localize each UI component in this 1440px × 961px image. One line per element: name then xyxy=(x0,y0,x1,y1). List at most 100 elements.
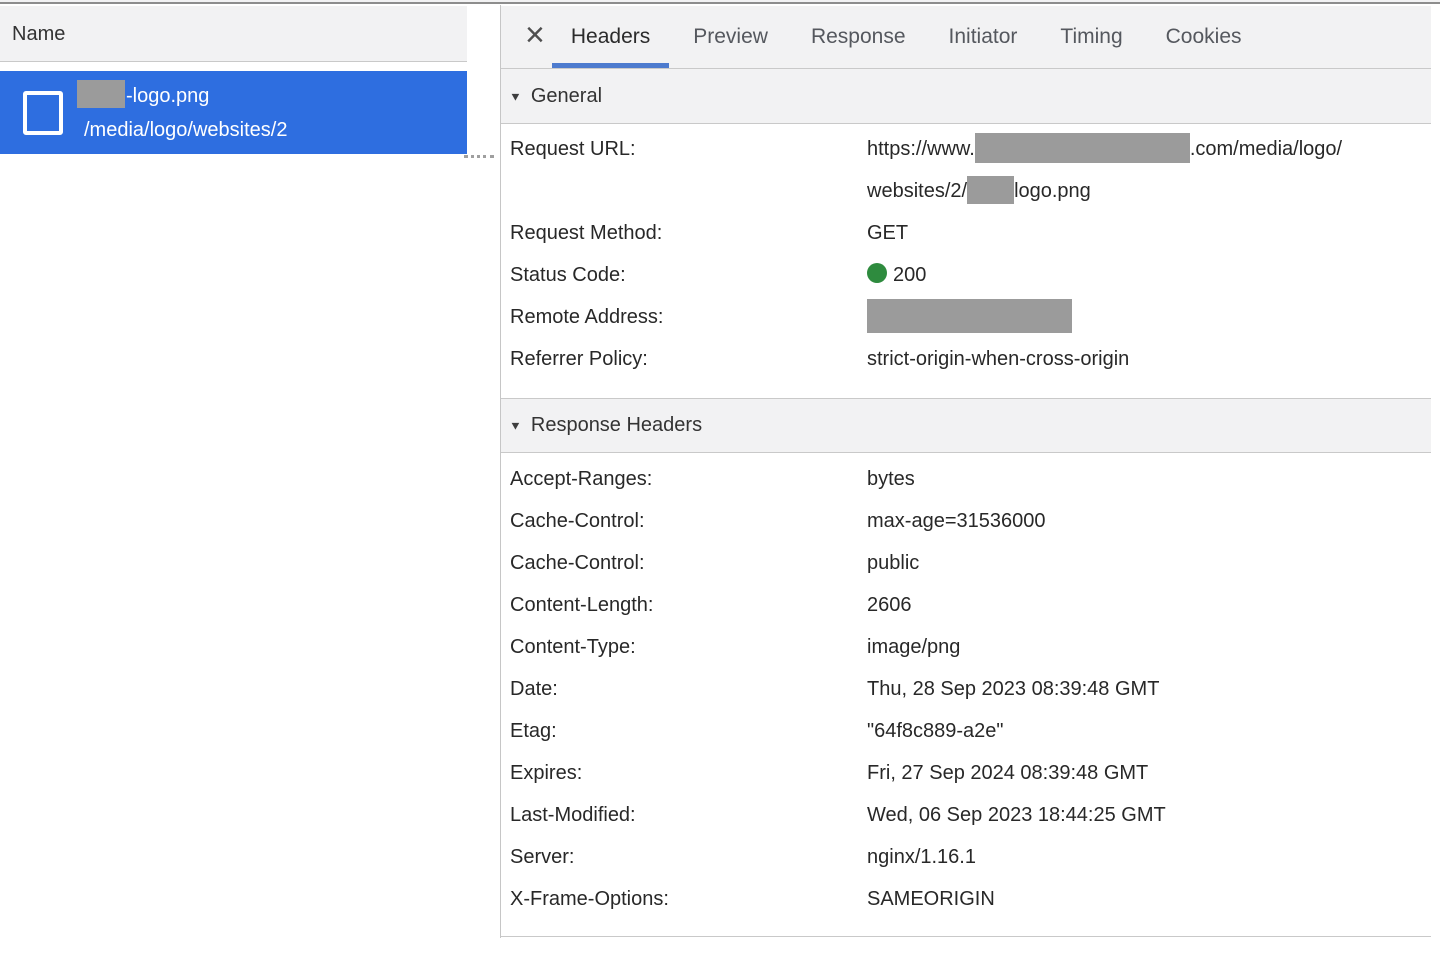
header-row: Last-Modified:Wed, 06 Sep 2023 18:44:25 … xyxy=(501,794,1431,836)
header-row: Accept-Ranges:bytes xyxy=(501,458,1431,500)
tab-initiator[interactable]: Initiator xyxy=(949,6,1018,68)
value-text: 2606 xyxy=(867,594,912,616)
close-icon[interactable]: × xyxy=(525,18,545,52)
value-text: websites/2/ xyxy=(867,180,967,202)
value-text: public xyxy=(867,552,919,574)
header-row: Content-Length:2606 xyxy=(501,584,1431,626)
header-row: Request Method:GET xyxy=(501,212,1431,254)
tab-headers[interactable]: Headers xyxy=(571,6,650,68)
header-row: Server:nginx/1.16.1 xyxy=(501,836,1431,878)
value-text: Wed, 06 Sep 2023 18:44:25 GMT xyxy=(867,804,1166,826)
tab-timing[interactable]: Timing xyxy=(1060,6,1122,68)
tab-preview[interactable]: Preview xyxy=(693,6,768,68)
row-resize-dots[interactable] xyxy=(464,155,494,158)
header-value: public xyxy=(867,542,1431,584)
section-header-general[interactable]: ▼ General xyxy=(501,69,1431,124)
redacted-text xyxy=(967,176,1014,204)
header-value xyxy=(867,296,1431,338)
header-name: Last-Modified: xyxy=(510,794,867,836)
request-list-panel: Name -logo.png /media/logo/websites/2 xyxy=(0,6,467,938)
header-name: Content-Type: xyxy=(510,626,867,668)
header-name: Remote Address: xyxy=(510,296,867,338)
header-value: Thu, 28 Sep 2023 08:39:48 GMT xyxy=(867,668,1431,710)
status-ok-dot-icon xyxy=(867,263,887,283)
value-text: Thu, 28 Sep 2023 08:39:48 GMT xyxy=(867,678,1159,700)
request-details-panel: × Headers Preview Response Initiator Timing C… xyxy=(501,6,1440,937)
request-name: -logo.png xyxy=(126,79,209,113)
value-text: nginx/1.16.1 xyxy=(867,846,976,868)
value-text: logo.png xyxy=(1014,180,1091,202)
header-row: Expires:Fri, 27 Sep 2024 08:39:48 GMT xyxy=(501,752,1431,794)
value-text: https://www. xyxy=(867,138,975,160)
redacted-text xyxy=(867,299,1072,333)
value-text: bytes xyxy=(867,468,915,490)
header-value: SAMEORIGIN xyxy=(867,878,1431,920)
header-name: Status Code: xyxy=(510,254,867,296)
header-row: Etag:"64f8c889-a2e" xyxy=(501,710,1431,752)
column-header-name[interactable]: Name xyxy=(0,6,467,62)
header-name: X-Frame-Options: xyxy=(510,878,867,920)
header-row: Remote Address: xyxy=(501,296,1431,338)
header-value: Fri, 27 Sep 2024 08:39:48 GMT xyxy=(867,752,1431,794)
value-text: SAMEORIGIN xyxy=(867,888,995,910)
header-row: Cache-Control:max-age=31536000 xyxy=(501,500,1431,542)
request-path: /media/logo/websites/2 xyxy=(77,113,287,147)
header-value: image/png xyxy=(867,626,1431,668)
image-thumbnail-icon xyxy=(23,91,63,135)
section-body-response-headers: Accept-Ranges:bytesCache-Control:max-age… xyxy=(501,453,1431,937)
header-value: 200 xyxy=(867,254,1431,296)
redacted-text xyxy=(975,133,1190,163)
header-value: Wed, 06 Sep 2023 18:44:25 GMT xyxy=(867,794,1431,836)
details-tab-bar: × Headers Preview Response Initiator Timing C… xyxy=(501,6,1431,69)
header-row: Referrer Policy:strict-origin-when-cross… xyxy=(501,338,1431,380)
tab-response[interactable]: Response xyxy=(811,6,906,68)
value-text: image/png xyxy=(867,636,960,658)
request-text: -logo.png /media/logo/websites/2 xyxy=(77,79,287,147)
header-value: https://www. .com/media/logo/websites/2/l… xyxy=(867,128,1431,212)
header-row: Status Code: 200 xyxy=(501,254,1431,296)
header-name: Referrer Policy: xyxy=(510,338,867,380)
header-row: Date:Thu, 28 Sep 2023 08:39:48 GMT xyxy=(501,668,1431,710)
header-value: "64f8c889-a2e" xyxy=(867,710,1431,752)
header-value: strict-origin-when-cross-origin xyxy=(867,338,1431,380)
request-name-line: -logo.png xyxy=(77,79,287,113)
header-value: GET xyxy=(867,212,1431,254)
value-text: GET xyxy=(867,222,908,244)
header-value: bytes xyxy=(867,458,1431,500)
request-row-selected[interactable]: -logo.png /media/logo/websites/2 xyxy=(0,71,467,154)
devtools-top-edge xyxy=(0,0,1440,4)
header-value: nginx/1.16.1 xyxy=(867,836,1431,878)
section-title: General xyxy=(531,85,602,108)
value-text: "64f8c889-a2e" xyxy=(867,720,1004,742)
header-name: Accept-Ranges: xyxy=(510,458,867,500)
header-row: X-Frame-Options:SAMEORIGIN xyxy=(501,878,1431,920)
header-name: Etag: xyxy=(510,710,867,752)
header-name: Request Method: xyxy=(510,212,867,254)
value-text: max-age=31536000 xyxy=(867,510,1045,532)
section-header-response-headers[interactable]: ▼ Response Headers xyxy=(501,398,1431,453)
header-value: 2606 xyxy=(867,584,1431,626)
tab-cookies[interactable]: Cookies xyxy=(1166,6,1242,68)
collapse-triangle-icon: ▼ xyxy=(509,419,522,433)
header-name: Expires: xyxy=(510,752,867,794)
collapse-triangle-icon: ▼ xyxy=(509,89,522,103)
header-name: Date: xyxy=(510,668,867,710)
header-name: Cache-Control: xyxy=(510,500,867,542)
header-row: Content-Type:image/png xyxy=(501,626,1431,668)
section-body-general: Request URL:https://www. .com/media/logo/… xyxy=(501,124,1431,398)
header-name: Server: xyxy=(510,836,867,878)
value-text: Fri, 27 Sep 2024 08:39:48 GMT xyxy=(867,762,1148,784)
header-row: Cache-Control:public xyxy=(501,542,1431,584)
details-panel-inner: × Headers Preview Response Initiator Timing C… xyxy=(501,6,1431,937)
value-text: 200 xyxy=(893,264,926,286)
tab-list: Headers Preview Response Initiator Timing Coo… xyxy=(571,6,1285,68)
header-name: Cache-Control: xyxy=(510,542,867,584)
header-name: Request URL: xyxy=(510,128,867,212)
header-name: Content-Length: xyxy=(510,584,867,626)
devtools-network-panel: Name -logo.png /media/logo/websites/2 × … xyxy=(0,0,1440,961)
value-text: strict-origin-when-cross-origin xyxy=(867,348,1129,370)
header-sections: ▼ General Request URL:https://www. .com/med… xyxy=(501,69,1431,937)
value-text: .com/media/logo/ xyxy=(1190,138,1342,160)
section-title: Response Headers xyxy=(531,414,702,437)
header-row: Request URL:https://www. .com/media/logo/… xyxy=(501,128,1431,212)
